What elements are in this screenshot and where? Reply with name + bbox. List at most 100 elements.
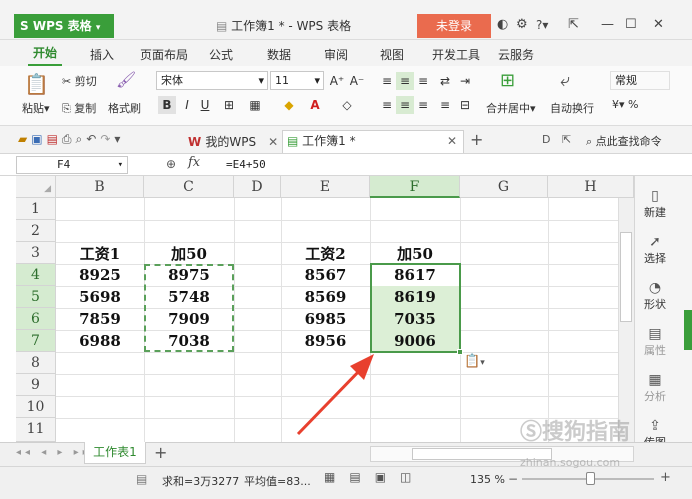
vertical-scroll-thumb[interactable]: [620, 232, 632, 322]
cell-e6[interactable]: 6985: [281, 308, 370, 330]
save-icon[interactable]: ▣: [31, 132, 46, 146]
column-header-b[interactable]: B: [56, 176, 144, 198]
select-all-corner[interactable]: ◢: [16, 176, 56, 198]
cell-c6[interactable]: 7909: [144, 308, 234, 330]
close-icon[interactable]: ✕: [256, 135, 278, 149]
paste-icon[interactable]: 📋: [24, 72, 49, 96]
new-tab-icon[interactable]: +: [470, 130, 483, 149]
row-header-9[interactable]: 9: [16, 374, 56, 396]
row-header-4[interactable]: 4: [16, 264, 56, 286]
clear-format-icon[interactable]: ◇: [338, 96, 356, 114]
column-header-g[interactable]: G: [460, 176, 548, 198]
fill-color-icon[interactable]: ◆: [280, 96, 298, 114]
font-name-select[interactable]: 宋体 ▾: [156, 71, 268, 90]
maximize-icon[interactable]: ☐: [625, 15, 637, 35]
row-header-5[interactable]: 5: [16, 286, 56, 308]
row-header-7[interactable]: 7: [16, 330, 56, 352]
name-box[interactable]: F4 ▾: [16, 156, 128, 174]
doc-icon[interactable]: D: [542, 133, 550, 146]
minimize-icon[interactable]: —: [601, 15, 614, 35]
font-size-select[interactable]: 11 ▾: [270, 71, 324, 90]
cell-f3[interactable]: 加50: [370, 242, 460, 264]
tab-data[interactable]: 数据: [267, 46, 291, 63]
align-left-icon[interactable]: ≡: [378, 96, 396, 114]
tab-start[interactable]: 开始: [28, 40, 62, 66]
tab-insert[interactable]: 插入: [90, 46, 114, 63]
tab-page-layout[interactable]: 页面布局: [140, 46, 188, 63]
panel-select-button[interactable]: ➚ 选择: [640, 234, 670, 266]
bold-icon[interactable]: B: [158, 96, 176, 114]
print-icon[interactable]: ⎙: [62, 132, 76, 146]
merge-center-icon[interactable]: ⊞: [500, 70, 515, 91]
login-button[interactable]: 未登录: [417, 14, 491, 38]
percent-button[interactable]: ¥▾ %: [612, 98, 638, 111]
format-painter-icon[interactable]: 🖌: [116, 70, 136, 89]
skin-icon[interactable]: ◐: [497, 15, 508, 35]
quick-access-icons[interactable]: ▰▣▤⎙⌕↶↷▾: [18, 132, 124, 147]
share-icon[interactable]: ⇱: [562, 133, 571, 146]
page-break-view-icon[interactable]: ▤: [349, 470, 374, 484]
open-icon[interactable]: ▰: [18, 132, 31, 146]
justify-icon[interactable]: ≡: [436, 96, 454, 114]
align-bottom-icon[interactable]: ≡: [414, 72, 432, 90]
cell-c4[interactable]: 8975: [144, 264, 234, 286]
underline-icon[interactable]: U: [196, 96, 214, 114]
zoom-out-icon[interactable]: −: [508, 472, 518, 486]
cell-e5[interactable]: 8569: [281, 286, 370, 308]
reading-view-icon[interactable]: ◫: [400, 470, 425, 484]
panel-shape-button[interactable]: ◔ 形状: [640, 280, 670, 312]
cell-e3[interactable]: 工资2: [281, 242, 370, 264]
indent-icon[interactable]: ⇥: [456, 72, 474, 90]
cut-button[interactable]: ✂ 剪切: [62, 73, 97, 89]
cell-c5[interactable]: 5748: [144, 286, 234, 308]
normal-view-icon[interactable]: ▦: [324, 470, 349, 484]
app-menu-button[interactable]: S WPS 表格 ▾: [14, 14, 114, 38]
tab-cloud[interactable]: 云服务: [498, 46, 534, 63]
cell-style-icon[interactable]: ▦: [246, 96, 264, 114]
sheet-nav-arrows-icon[interactable]: ◂◂ ◂ ▸ ▸▸: [16, 447, 92, 458]
row-header-3[interactable]: 3: [16, 242, 56, 264]
insert-function-button[interactable]: fx: [188, 155, 200, 170]
cell-b4[interactable]: 8925: [56, 264, 144, 286]
increase-font-icon[interactable]: A⁺: [328, 72, 346, 90]
view-mode-icons[interactable]: ▦▤▣◫: [324, 470, 425, 484]
page-layout-view-icon[interactable]: ▣: [375, 470, 400, 484]
spreadsheet-grid[interactable]: ◢ B C D E F G H 1 2 3 4 5 6 7 8 9 10 11 …: [0, 176, 634, 442]
chevron-down-icon[interactable]: ▾: [118, 157, 123, 173]
cell-b7[interactable]: 6988: [56, 330, 144, 352]
copy-button[interactable]: ⎘ 复制: [62, 100, 96, 116]
add-sheet-icon[interactable]: +: [154, 443, 167, 462]
settings-icon[interactable]: ⚙: [516, 15, 528, 35]
font-color-icon[interactable]: A: [306, 96, 324, 114]
doc-tab-my-wps[interactable]: W 我的WPS ✕: [188, 133, 278, 150]
doc-tab-workbook[interactable]: ▤ 工作簿1 * ✕: [282, 130, 464, 153]
column-header-c[interactable]: C: [144, 176, 234, 198]
customize-icon[interactable]: ▾: [114, 132, 124, 146]
zoom-in-icon[interactable]: +: [660, 470, 671, 485]
undo-icon[interactable]: ↶: [86, 132, 100, 146]
row-header-1[interactable]: 1: [16, 198, 56, 220]
number-format-select[interactable]: 常规: [610, 71, 670, 90]
cell-b6[interactable]: 7859: [56, 308, 144, 330]
wrap-text-button[interactable]: 自动换行: [550, 100, 594, 116]
cell-c3[interactable]: 加50: [144, 242, 234, 264]
align-top-icon[interactable]: ≡: [378, 72, 396, 90]
search-command[interactable]: ⌕ 点此查找命令: [586, 133, 662, 149]
panel-properties-button[interactable]: ▤ 属性: [640, 326, 670, 358]
sheet-tab-1[interactable]: 工作表1: [84, 442, 146, 464]
wrap-text-icon[interactable]: ⤶: [560, 70, 570, 91]
row-header-8[interactable]: 8: [16, 352, 56, 374]
row-header-2[interactable]: 2: [16, 220, 56, 242]
restore-ribbon-icon[interactable]: ⇱: [568, 15, 579, 35]
distribute-icon[interactable]: ⊟: [456, 96, 474, 114]
tab-developer[interactable]: 开发工具: [432, 46, 480, 63]
decrease-font-icon[interactable]: A⁻: [348, 72, 366, 90]
cell-c7[interactable]: 7038: [144, 330, 234, 352]
tab-view[interactable]: 视图: [380, 46, 404, 63]
align-center-icon[interactable]: ≡: [396, 96, 414, 114]
cell-e4[interactable]: 8567: [281, 264, 370, 286]
redo-icon[interactable]: ↷: [100, 132, 114, 146]
tab-review[interactable]: 审阅: [324, 46, 348, 63]
merge-center-button[interactable]: 合并居中▾: [486, 100, 536, 116]
paste-button[interactable]: 粘贴▾: [22, 100, 50, 116]
